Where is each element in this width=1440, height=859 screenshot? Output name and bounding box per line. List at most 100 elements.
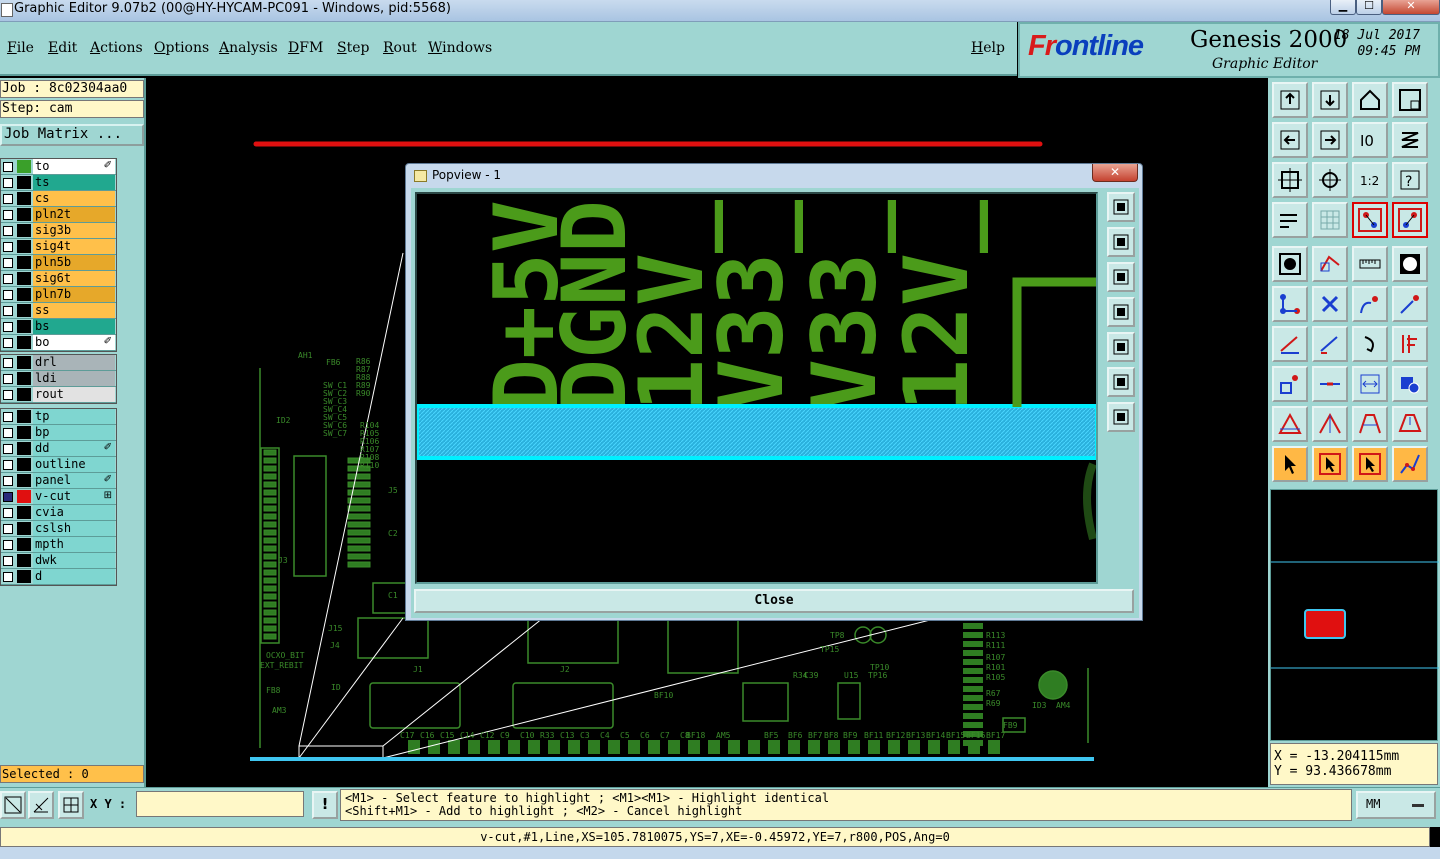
layer-checkbox[interactable]	[3, 178, 13, 188]
tool-select-shape-button[interactable]	[1312, 246, 1348, 282]
tool-point-arc-button[interactable]	[1352, 286, 1388, 322]
maximize-button[interactable]: ☐	[1356, 0, 1382, 15]
layer-color-swatch[interactable]	[17, 240, 31, 253]
layer-checkbox[interactable]	[3, 242, 13, 252]
layer-name[interactable]: ss	[33, 303, 115, 318]
layer-checkbox[interactable]	[3, 306, 13, 316]
layer-checkbox[interactable]	[3, 428, 13, 438]
layer-row-ldi[interactable]: ldi	[1, 371, 116, 387]
layer-row-cvia[interactable]: cvia	[1, 505, 116, 521]
layer-row-ss[interactable]: ss	[1, 303, 116, 319]
layer-checkbox[interactable]	[3, 444, 13, 454]
tool-pan-right-button[interactable]	[1312, 122, 1348, 158]
layer-color-swatch[interactable]	[17, 176, 31, 189]
layer-checkbox[interactable]	[3, 492, 13, 502]
layer-name[interactable]: ldi	[33, 371, 115, 386]
popview-pan-right-button[interactable]	[1107, 332, 1135, 362]
tool-pointer-red-button[interactable]	[1312, 446, 1348, 482]
layer-name[interactable]: drl	[33, 355, 115, 370]
menu-rout[interactable]: Rout	[383, 40, 417, 56]
tool-snap-blue-button[interactable]	[1392, 202, 1428, 238]
menu-file[interactable]: File	[7, 40, 34, 56]
layer-color-swatch[interactable]	[17, 490, 31, 503]
tool-line-blue-button[interactable]	[1312, 326, 1348, 362]
layer-checkbox[interactable]	[3, 390, 13, 400]
tool-measure-set-button[interactable]	[1272, 202, 1308, 238]
tool-fit-window-button[interactable]	[1272, 162, 1308, 198]
layer-name[interactable]: pln5b	[33, 255, 115, 270]
popview-pan-left-button[interactable]	[1107, 297, 1135, 327]
minimize-button[interactable]: ▁	[1330, 0, 1356, 15]
layer-row-to[interactable]: to ✐	[1, 159, 116, 175]
layer-row-dd[interactable]: dd ✐	[1, 441, 116, 457]
layer-name[interactable]: dwk	[33, 553, 115, 568]
layer-row-dwk[interactable]: dwk	[1, 553, 116, 569]
layer-checkbox[interactable]	[3, 572, 13, 582]
menu-edit[interactable]: Edit	[48, 40, 77, 56]
layer-color-swatch[interactable]	[17, 506, 31, 519]
layer-row-pln2t[interactable]: pln2t	[1, 207, 116, 223]
layer-name[interactable]: sig3b	[33, 223, 115, 238]
layer-checkbox[interactable]	[3, 338, 13, 348]
tool-path-select-button[interactable]	[1392, 446, 1428, 482]
layer-name[interactable]: pln2t	[33, 207, 115, 222]
zoom-tool-button[interactable]	[0, 791, 26, 819]
layer-checkbox[interactable]	[3, 524, 13, 534]
layer-color-swatch[interactable]	[17, 356, 31, 369]
close-window-button[interactable]: ✕	[1382, 0, 1440, 15]
popview-zoom-down-button[interactable]	[1107, 262, 1135, 292]
layer-name[interactable]: pln7b	[33, 287, 115, 302]
tool-help-button[interactable]: ?	[1392, 162, 1428, 198]
tool-mark-point-button[interactable]	[1272, 366, 1308, 402]
layer-name[interactable]: cs	[33, 191, 115, 206]
tool-ruler-button[interactable]	[1352, 246, 1388, 282]
menu-actions[interactable]: Actions	[90, 40, 143, 56]
layer-checkbox[interactable]	[3, 412, 13, 422]
layer-row-mpth[interactable]: mpth	[1, 537, 116, 553]
tool-home-button[interactable]	[1352, 82, 1388, 118]
layer-color-swatch[interactable]	[17, 160, 31, 173]
layer-checkbox[interactable]	[3, 162, 13, 172]
menu-step[interactable]: Step	[337, 40, 369, 56]
tool-zoom-home-button[interactable]	[1272, 82, 1308, 118]
tool-shape-blue-button[interactable]	[1392, 366, 1428, 402]
layer-row-sig4t[interactable]: sig4t	[1, 239, 116, 255]
tool-circle-select-button[interactable]	[1392, 246, 1428, 282]
tool-line-split-button[interactable]	[1312, 366, 1348, 402]
layer-checkbox[interactable]	[3, 194, 13, 204]
popview-close-button[interactable]: Close	[414, 589, 1134, 613]
tool-point-red-button[interactable]	[1392, 286, 1428, 322]
layer-color-swatch[interactable]	[17, 272, 31, 285]
tool-connect-nodes-button[interactable]	[1272, 286, 1308, 322]
tool-cross-button[interactable]	[1312, 286, 1348, 322]
tool-pan-left-button[interactable]	[1272, 122, 1308, 158]
layer-row-outline[interactable]: outline	[1, 457, 116, 473]
minimap[interactable]	[1270, 489, 1439, 741]
popview-canvas[interactable]: D+5V DGND 12V_E V33_E V33_E 12V_E	[415, 192, 1098, 584]
menu-help[interactable]: Help	[971, 40, 1005, 56]
layer-name[interactable]: bo ✐	[33, 335, 115, 350]
popview-close-x-button[interactable]: ✕	[1092, 164, 1138, 182]
layer-color-swatch[interactable]	[17, 442, 31, 455]
layer-color-swatch[interactable]	[17, 554, 31, 567]
layer-color-swatch[interactable]	[17, 426, 31, 439]
layer-color-swatch[interactable]	[17, 474, 31, 487]
layer-name[interactable]: bs	[33, 319, 115, 334]
tool-redraw-button[interactable]	[1392, 122, 1428, 158]
layer-color-swatch[interactable]	[17, 372, 31, 385]
layer-name[interactable]: bp	[33, 425, 115, 440]
tool-grid-button[interactable]	[1312, 202, 1348, 238]
popview-window[interactable]: Popview - 1 ✕ D+5V DGND 12V_E V33_E V33_E 12V…	[405, 163, 1143, 621]
layer-name[interactable]: sig4t	[33, 239, 115, 254]
layer-checkbox[interactable]	[3, 556, 13, 566]
layer-row-sig6t[interactable]: sig6t	[1, 271, 116, 287]
tool-align-x-button[interactable]	[1352, 366, 1388, 402]
layer-name[interactable]: cslsh	[33, 521, 115, 536]
menu-windows[interactable]: Windows	[428, 40, 492, 56]
tool-pointer-button[interactable]	[1272, 446, 1308, 482]
tool-triangle-d-button[interactable]	[1392, 406, 1428, 442]
layer-checkbox[interactable]	[3, 258, 13, 268]
layer-name[interactable]: v-cut ⊞	[33, 489, 115, 504]
measure-tool-button[interactable]	[28, 791, 54, 819]
layer-name[interactable]: d	[33, 569, 115, 584]
